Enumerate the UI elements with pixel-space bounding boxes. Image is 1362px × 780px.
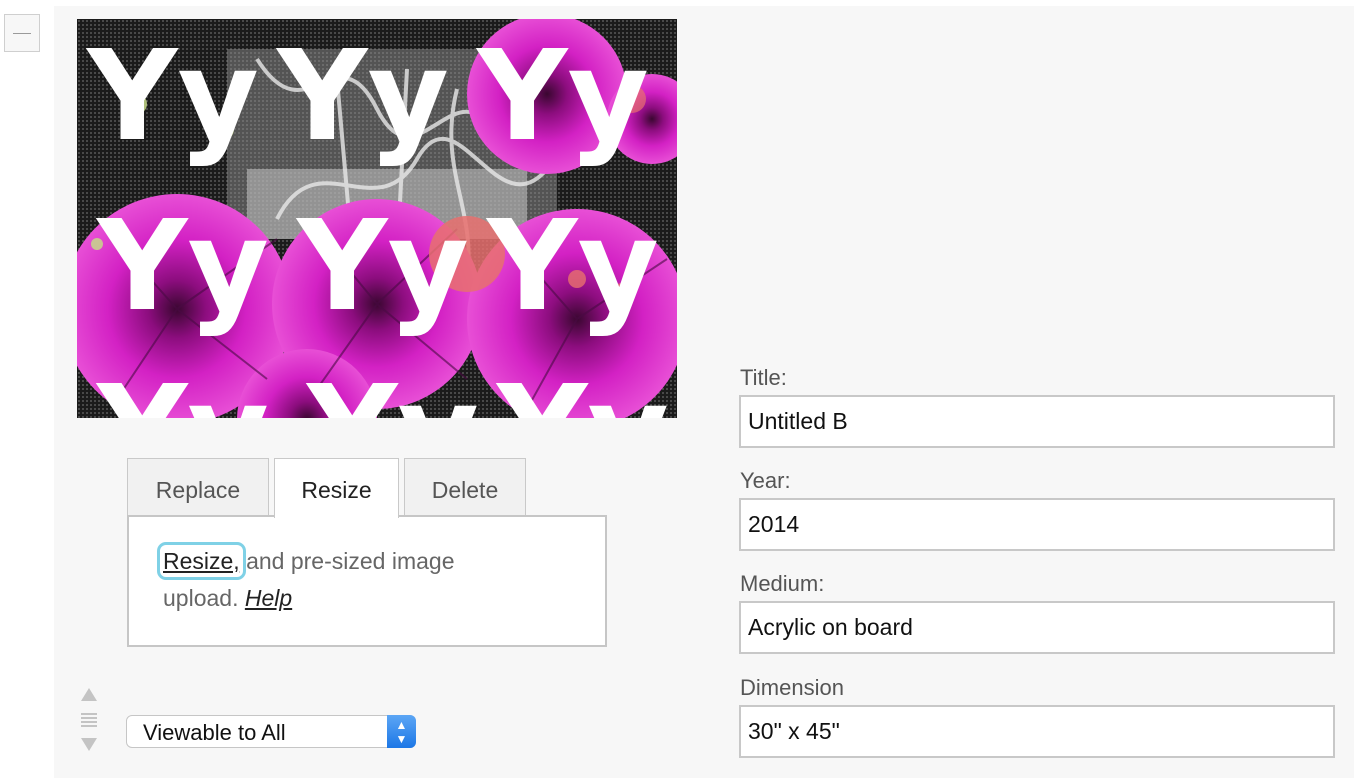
artwork-glyph-4: Yy — [95, 194, 269, 339]
drag-handle-icon[interactable] — [81, 713, 97, 727]
dimension-label: Dimension — [740, 675, 844, 700]
reorder-handle[interactable] — [78, 688, 100, 754]
select-arrows-icon: ▲ ▼ — [387, 715, 416, 748]
title-label: Title: — [740, 365, 787, 390]
medium-label: Medium: — [740, 571, 825, 596]
tab-resize[interactable]: Resize — [274, 458, 399, 518]
move-down-icon[interactable] — [81, 738, 97, 751]
year-field[interactable] — [739, 498, 1335, 551]
tab-delete[interactable]: Delete — [404, 458, 526, 516]
move-up-icon[interactable] — [81, 688, 97, 701]
resize-link[interactable]: Resize, — [157, 542, 246, 580]
artwork-glyph-5: Yy — [295, 194, 469, 339]
help-link[interactable]: Help — [245, 585, 292, 611]
artwork-image: Yy Yy Yy Yy Yy Yy Yy Yy Yy — [77, 19, 677, 418]
artwork-glyph-7: Yy — [95, 359, 269, 418]
minus-icon — [13, 33, 31, 34]
artwork-glyph-8: Yy — [305, 359, 479, 418]
artwork-glyph-6: Yy — [485, 194, 659, 339]
tab-panel-text: Resize, and pre-sized image upload. Help — [157, 542, 523, 617]
artwork-glyph-3: Yy — [475, 24, 649, 169]
artwork-glyph-2: Yy — [275, 24, 449, 169]
visibility-select[interactable]: Viewable to All ▲ ▼ — [126, 715, 416, 748]
visibility-select-value: Viewable to All — [143, 720, 286, 745]
medium-field[interactable] — [739, 601, 1335, 654]
title-field[interactable] — [739, 395, 1335, 448]
year-label: Year: — [740, 468, 791, 493]
artwork-glyph-1: Yy — [85, 24, 259, 169]
dimension-field[interactable] — [739, 705, 1335, 758]
collapse-button[interactable] — [4, 14, 40, 52]
tab-replace[interactable]: Replace — [127, 458, 269, 516]
artwork-glyph-9: Yy — [495, 359, 669, 418]
tab-panel-resize: Resize, and pre-sized image upload. Help — [127, 515, 607, 647]
